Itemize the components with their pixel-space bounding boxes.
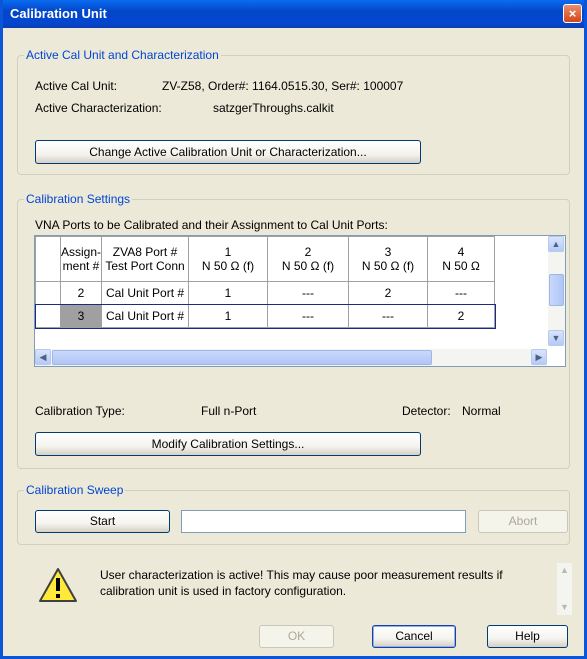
title-bar[interactable]: Calibration Unit × [3,0,584,28]
calibration-type-value: Full n-Port [201,404,257,418]
header-text: Assign- ment # [61,245,102,273]
header-text: 4 N 50 Ω [442,245,480,273]
header-text: ZVA8 Port # Test Port Conn [105,245,185,273]
sweep-progress-field [181,510,466,533]
cell-label[interactable]: Cal Unit Port # [101,304,190,328]
window-title: Calibration Unit [10,6,107,21]
active-characterization-label: Active Characterization: [35,101,162,115]
header-port-4[interactable]: 4 N 50 Ω [427,236,496,282]
row-selector[interactable] [35,304,61,328]
active-cal-legend: Active Cal Unit and Characterization [26,48,219,62]
header-text: 2 N 50 Ω (f) [281,245,335,273]
header-port-3[interactable]: 3 N 50 Ω (f) [348,236,429,282]
cell-port-4[interactable]: --- [427,281,496,305]
cell-port-3[interactable]: 2 [348,281,429,305]
table-horizontal-scrollbar[interactable]: ◀ ▶ [35,349,547,366]
help-button[interactable]: Help [487,625,568,648]
cell-port-2[interactable]: --- [267,304,350,328]
change-cal-unit-button[interactable]: Change Active Calibration Unit or Charac… [35,140,421,164]
cell-assignment[interactable]: 2 [59,281,103,305]
cell-port-4[interactable]: 2 [427,304,496,328]
calibration-settings-legend: Calibration Settings [26,192,131,206]
active-characterization-value: satzgerThroughs.calkit [213,101,334,115]
scroll-up-arrow-icon[interactable]: ▲ [548,236,564,252]
start-button[interactable]: Start [35,510,170,533]
cell-port-3[interactable]: --- [348,304,429,328]
scroll-down-arrow-icon[interactable]: ▼ [557,600,572,615]
calibration-sweep-legend: Calibration Sweep [26,483,124,497]
header-zva8-port[interactable]: ZVA8 Port # Test Port Conn [101,236,190,282]
scroll-left-arrow-icon[interactable]: ◀ [35,349,51,365]
port-assignment-grid: Assign- ment # ZVA8 Port # Test Port Con… [35,236,496,329]
warning-icon [38,567,78,603]
row-selector[interactable] [35,281,61,305]
abort-button[interactable]: Abort [478,510,568,533]
cancel-button[interactable]: Cancel [372,625,456,648]
header-text: 1 N 50 Ω (f) [201,245,255,273]
cell-label[interactable]: Cal Unit Port # [101,281,190,305]
active-cal-unit-label: Active Cal Unit: [35,79,118,93]
header-port-1[interactable]: 1 N 50 Ω (f) [188,236,269,282]
detector-value: Normal [462,404,501,418]
ok-button[interactable]: OK [259,625,334,648]
close-button[interactable]: × [563,4,582,23]
detector-label: Detector: [402,404,451,418]
header-assignment[interactable]: Assign- ment # [59,236,103,282]
scroll-right-arrow-icon[interactable]: ▶ [531,349,547,365]
calibration-unit-dialog: Calibration Unit × Active Cal Unit and C… [0,0,587,659]
ports-table-caption: VNA Ports to be Calibrated and their Ass… [35,218,388,232]
port-assignment-table[interactable]: Assign- ment # ZVA8 Port # Test Port Con… [34,235,566,367]
scroll-up-arrow-icon[interactable]: ▲ [557,563,572,578]
active-cal-unit-value: ZV-Z58, Order#: 1164.0515.30, Ser#: 1000… [162,79,404,93]
scroll-down-arrow-icon[interactable]: ▼ [548,330,564,346]
calibration-type-label: Calibration Type: [35,404,125,418]
warning-panel: User characterization is active! This ma… [20,555,572,623]
vertical-scroll-thumb[interactable] [549,274,564,306]
table-row-selected[interactable]: 3 Cal Unit Port # 1 --- --- 2 [35,303,496,329]
cell-port-1[interactable]: 1 [188,304,269,328]
modify-calibration-settings-button[interactable]: Modify Calibration Settings... [35,432,421,456]
warning-scrollbar[interactable]: ▲ ▼ [557,563,572,615]
horizontal-scroll-thumb[interactable] [52,350,432,365]
header-text: 3 N 50 Ω (f) [361,245,415,273]
cell-port-2[interactable]: --- [267,281,350,305]
table-row[interactable]: 2 Cal Unit Port # 1 --- 2 --- [35,281,496,305]
warning-message: User characterization is active! This ma… [100,568,503,598]
header-port-2[interactable]: 2 N 50 Ω (f) [267,236,350,282]
cell-assignment[interactable]: 3 [59,304,103,328]
row-header-corner [35,236,61,282]
cell-port-1[interactable]: 1 [188,281,269,305]
table-vertical-scrollbar[interactable]: ▲ ▼ [548,236,565,346]
table-header-row: Assign- ment # ZVA8 Port # Test Port Con… [35,236,496,282]
